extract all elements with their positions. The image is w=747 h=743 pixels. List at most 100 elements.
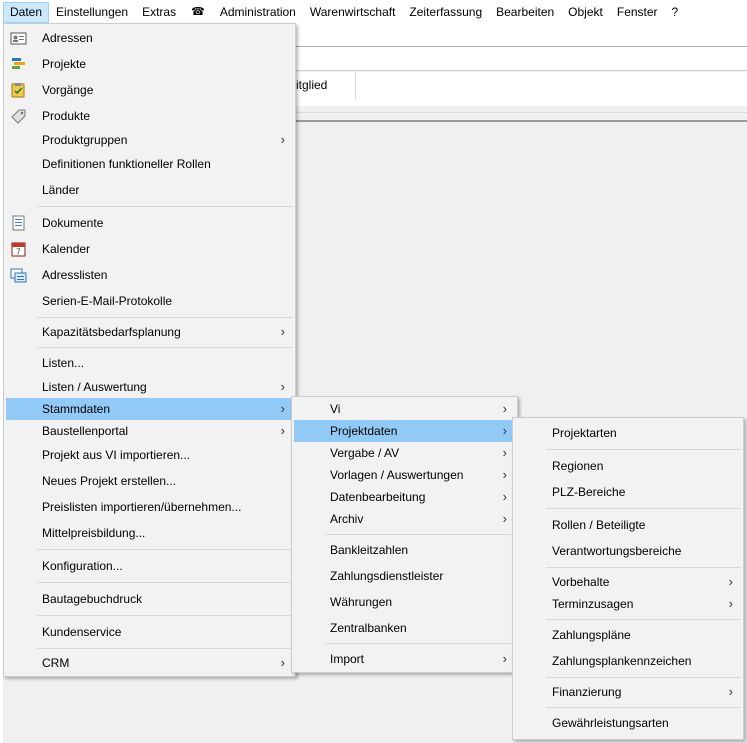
menu-separator xyxy=(37,347,293,348)
menu-item-label: Projekte xyxy=(42,57,87,71)
menu-item-kapazitaetsbedarfsplanung[interactable]: Kapazitätsbedarfsplanung › xyxy=(6,321,293,343)
menu-item-dokumente[interactable]: Dokumente xyxy=(6,212,293,234)
phone-icon[interactable]: ☎ xyxy=(183,2,213,23)
menu-daten[interactable]: Daten xyxy=(3,1,50,23)
menu-item-projektarten[interactable]: Projektarten xyxy=(515,422,741,444)
address-list-icon xyxy=(10,268,27,283)
menu-separator xyxy=(37,317,293,318)
menu-item-label: Adressen xyxy=(42,31,93,45)
menu-item-label: Datenbearbeitung xyxy=(330,490,426,504)
menu-objekt[interactable]: Objekt xyxy=(561,2,610,23)
menu-item-label: Gewährleistungsarten xyxy=(552,716,669,730)
menu-item-listen[interactable]: Listen... xyxy=(6,352,293,374)
menu-item-projekt-aus-vi-importieren[interactable]: Projekt aus VI importieren... xyxy=(6,444,293,466)
projects-icon xyxy=(12,58,25,69)
menu-separator xyxy=(325,534,515,535)
menu-item-zahlungsplankennzeichen[interactable]: Zahlungsplankennzeichen xyxy=(515,650,741,672)
menu-item-verantwortungsbereiche[interactable]: Verantwortungsbereiche xyxy=(515,540,741,562)
chevron-right-icon: › xyxy=(502,511,507,526)
tag-icon xyxy=(11,109,26,124)
menu-item-archiv[interactable]: Archiv › xyxy=(294,508,515,530)
menu-warenwirtschaft[interactable]: Warenwirtschaft xyxy=(303,2,403,23)
menu-item-stammdaten[interactable]: Stammdaten › xyxy=(6,398,293,420)
menu-item-label: Kalender xyxy=(42,242,91,256)
menu-item-import[interactable]: Import › xyxy=(294,648,515,670)
menu-item-label: Archiv xyxy=(330,512,364,526)
menu-item-rollen-beteiligte[interactable]: Rollen / Beteiligte xyxy=(515,514,741,536)
menu-item-kalender[interactable]: 7 Kalender xyxy=(6,238,293,260)
menu-item-label: Kapazitätsbedarfsplanung xyxy=(42,325,181,339)
menu-item-neues-projekt-erstellen[interactable]: Neues Projekt erstellen... xyxy=(6,470,293,492)
menu-item-label: Definitionen funktioneller Rollen xyxy=(42,157,211,171)
menu-item-projekte[interactable]: Projekte xyxy=(6,53,293,75)
menu-item-terminzusagen[interactable]: Terminzusagen › xyxy=(515,593,741,615)
menu-item-baustellenportal[interactable]: Baustellenportal › xyxy=(6,420,293,442)
menu-item-projektdaten[interactable]: Projektdaten › xyxy=(294,420,515,442)
chevron-right-icon: › xyxy=(280,401,285,416)
menu-item-label: Zahlungsplankennzeichen xyxy=(552,654,692,668)
menu-item-serien-email-protokolle[interactable]: Serien-E-Mail-Protokolle xyxy=(6,290,293,312)
menu-item-laender[interactable]: Länder xyxy=(6,179,293,201)
daten-menu: Adressen Projekte Vorgänge Produkte Prod… xyxy=(3,23,296,677)
menu-item-regionen[interactable]: Regionen xyxy=(515,455,741,477)
menu-separator xyxy=(546,449,741,450)
chevron-right-icon: › xyxy=(502,489,507,504)
menu-item-label: Stammdaten xyxy=(42,402,111,416)
menu-item-mittelpreisbildung[interactable]: Mittelpreisbildung... xyxy=(6,522,293,544)
menu-bearbeiten[interactable]: Bearbeiten xyxy=(489,2,561,23)
menu-item-label: Produkte xyxy=(42,109,91,123)
menu-bar: Daten Einstellungen Extras ☎ Administrat… xyxy=(0,0,747,24)
menu-item-vergabe-av[interactable]: Vergabe / AV › xyxy=(294,442,515,464)
menu-item-konfiguration[interactable]: Konfiguration... xyxy=(6,555,293,577)
menu-item-datenbearbeitung[interactable]: Datenbearbeitung › xyxy=(294,486,515,508)
menu-item-definitionen-funktioneller-rollen[interactable]: Definitionen funktioneller Rollen xyxy=(6,153,293,175)
menu-item-label: Listen / Auswertung xyxy=(42,380,147,394)
menu-item-zentralbanken[interactable]: Zentralbanken xyxy=(294,617,515,639)
projektdaten-submenu: Projektarten Regionen PLZ-Bereiche Rolle… xyxy=(512,417,744,740)
menu-item-label: Projektarten xyxy=(552,426,617,440)
menu-item-label: Baustellenportal xyxy=(42,424,129,438)
menu-item-zahlungsdienstleister[interactable]: Zahlungsdienstleister xyxy=(294,565,515,587)
menu-item-bautagebuchdruck[interactable]: Bautagebuchdruck xyxy=(6,588,293,610)
menu-separator xyxy=(325,643,515,644)
menu-item-gewaehrleistungsarten[interactable]: Gewährleistungsarten xyxy=(515,712,741,734)
menu-extras[interactable]: Extras xyxy=(135,2,183,23)
menu-zeiterfassung[interactable]: Zeiterfassung xyxy=(402,2,489,23)
menu-item-produkte[interactable]: Produkte xyxy=(6,105,293,127)
menu-item-listen-auswertung[interactable]: Listen / Auswertung › xyxy=(6,376,293,398)
menu-item-waehrungen[interactable]: Währungen xyxy=(294,591,515,613)
menu-item-adressen[interactable]: Adressen xyxy=(6,27,293,49)
menu-item-plz-bereiche[interactable]: PLZ-Bereiche xyxy=(515,481,741,503)
menu-item-preislisten-importieren[interactable]: Preislisten importieren/übernehmen... xyxy=(6,496,293,518)
menu-item-label: Dokumente xyxy=(42,216,104,230)
menu-item-vi[interactable]: Vi › xyxy=(294,398,515,420)
menu-item-adresslisten[interactable]: Adresslisten xyxy=(6,264,293,286)
menu-help[interactable]: ? xyxy=(665,2,686,23)
menu-item-label: Vorlagen / Auswertungen xyxy=(330,468,464,482)
tab-mitglied[interactable]: itglied xyxy=(296,72,356,100)
menu-separator xyxy=(546,707,741,708)
menu-separator xyxy=(37,206,293,207)
menu-einstellungen[interactable]: Einstellungen xyxy=(49,2,135,23)
chevron-right-icon: › xyxy=(280,324,285,339)
menu-item-label: Preislisten importieren/übernehmen... xyxy=(42,500,242,514)
menu-item-finanzierung[interactable]: Finanzierung › xyxy=(515,681,741,703)
menu-item-produktgruppen[interactable]: Produktgruppen › xyxy=(6,129,293,151)
menu-item-label: Produktgruppen xyxy=(42,133,128,147)
menu-administration[interactable]: Administration xyxy=(213,2,303,23)
chevron-right-icon: › xyxy=(502,423,507,438)
menu-item-label: Bankleitzahlen xyxy=(330,543,409,557)
menu-item-vorlagen-auswertungen[interactable]: Vorlagen / Auswertungen › xyxy=(294,464,515,486)
menu-item-crm[interactable]: CRM › xyxy=(6,652,293,674)
menu-item-kundenservice[interactable]: Kundenservice xyxy=(6,621,293,643)
menu-item-bankleitzahlen[interactable]: Bankleitzahlen xyxy=(294,539,515,561)
menu-item-vorgaenge[interactable]: Vorgänge xyxy=(6,79,293,101)
address-card-icon xyxy=(10,32,27,45)
menu-item-label: Finanzierung xyxy=(552,685,622,699)
menu-item-zahlungsplaene[interactable]: Zahlungspläne xyxy=(515,624,741,646)
menu-item-label: Import xyxy=(330,652,365,666)
menu-item-label: Zahlungsdienstleister xyxy=(330,569,444,583)
menu-fenster[interactable]: Fenster xyxy=(610,2,665,23)
menu-item-vorbehalte[interactable]: Vorbehalte › xyxy=(515,571,741,593)
menu-item-label: Serien-E-Mail-Protokolle xyxy=(42,294,173,308)
